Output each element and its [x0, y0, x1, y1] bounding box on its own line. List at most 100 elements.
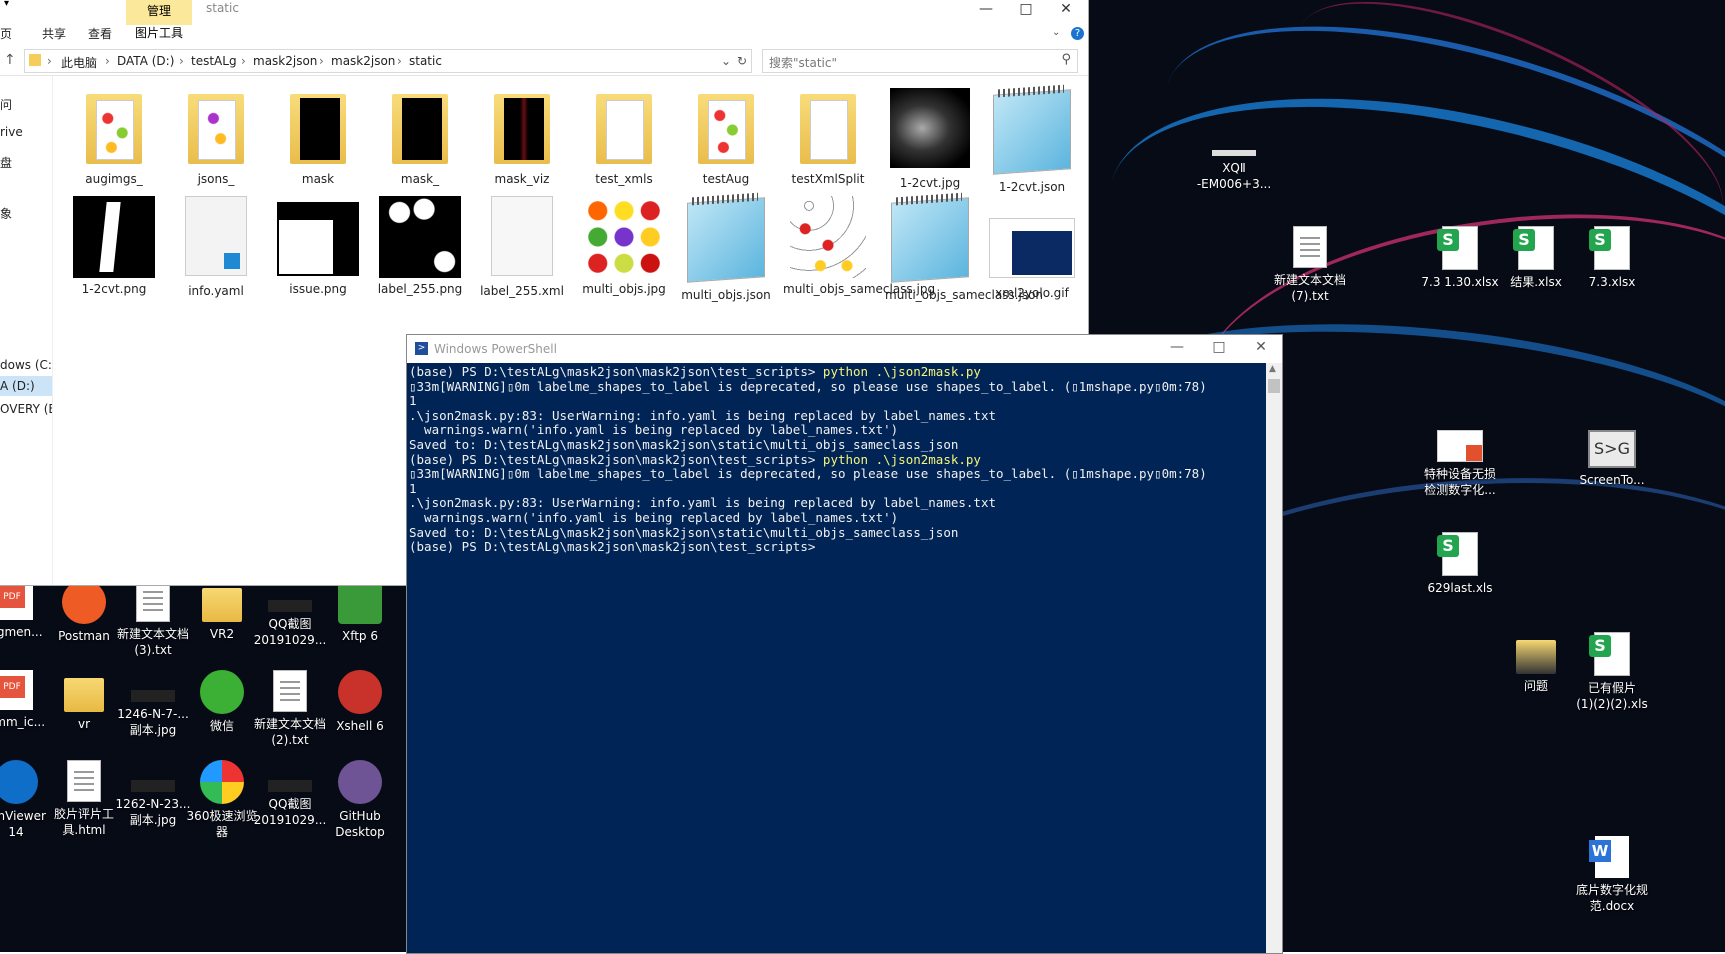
desktop-icon[interactable]: S 629last.xls [1420, 532, 1500, 596]
search-icon[interactable]: ⚲ [1061, 52, 1071, 67]
breadcrumb-item[interactable]: mask2json [253, 54, 317, 68]
folder-icon [494, 94, 550, 164]
folder-item[interactable]: mask [268, 94, 368, 187]
folder-item[interactable]: mask_ [370, 94, 470, 187]
scrollbar[interactable]: ▲ [1266, 363, 1282, 953]
breadcrumb-item[interactable]: 此电脑 [61, 54, 97, 71]
search-placeholder: 搜索"static" [769, 56, 837, 70]
desktop-icon[interactable]: Postman [44, 580, 124, 644]
breadcrumb-item[interactable]: DATA (D:) [117, 54, 174, 68]
refresh-icon[interactable]: ↻ [737, 54, 747, 68]
folder-item[interactable]: jsons_ [166, 94, 266, 187]
file-item[interactable]: 1-2cvt.json [982, 89, 1082, 195]
desktop-icon[interactable]: 特种设备无损 检测数字化... [1420, 430, 1500, 498]
desktop-icon[interactable]: 新建文本文档 (2).txt [250, 670, 330, 748]
folder-item[interactable]: testAug [676, 94, 776, 187]
console-line: Saved to: D:\testALg\mask2json\mask2json… [409, 525, 1265, 541]
desktop-icon[interactable]: vr [44, 670, 124, 732]
nav-item[interactable]: 象 [0, 205, 12, 222]
desktop-icon[interactable]: S>G ScreenTo... [1572, 430, 1652, 488]
image-thumbnail [379, 196, 461, 278]
console-line: 1 [409, 393, 1265, 409]
file-name: mask_viz [494, 172, 550, 186]
desktop-icon[interactable]: 1246-N-7-... 副本.jpg [113, 670, 193, 738]
desktop-icon[interactable]: QQ截图 20191029... [250, 580, 330, 648]
tab-picture-tools[interactable]: 图片工具 [126, 25, 192, 46]
desktop-icon[interactable]: S 结果.xlsx [1496, 226, 1576, 290]
desktop-icon-label: ScreenTo... [1579, 473, 1645, 487]
file-item[interactable]: xml2yolo.gif [982, 218, 1082, 301]
file-item[interactable]: multi_objs.json [676, 197, 776, 303]
breadcrumb-item[interactable]: mask2json [331, 54, 395, 68]
desktop-icon[interactable]: QQ截图 20191029... [250, 760, 330, 828]
desktop-icon[interactable]: S 已有假片 (1)(2)(2).xls [1572, 632, 1652, 712]
file-item[interactable]: 1-2cvt.jpg [880, 88, 980, 191]
desktop-icon[interactable]: GitHub Desktop [320, 760, 400, 840]
breadcrumb-item[interactable]: static [409, 54, 442, 68]
help-icon[interactable]: ? [1071, 27, 1084, 40]
tab-share[interactable]: 共享 [42, 25, 66, 42]
desktop-icon[interactable]: S 7.3 1.30.xlsx [1420, 226, 1500, 290]
desktop-icon[interactable]: Xftp 6 [320, 580, 400, 644]
tab-manage[interactable]: 管理 图片工具 [126, 0, 192, 46]
console-line: (base) PS D:\testALg\mask2json\mask2json… [409, 365, 1265, 380]
console-line-text: 1 [409, 393, 417, 409]
file-item[interactable]: 1-2cvt.png [64, 196, 164, 297]
folder-item[interactable]: testXmlSplit [778, 94, 878, 187]
tab-home[interactable]: 页 [0, 25, 12, 42]
close-button[interactable]: ✕ [1046, 0, 1086, 22]
breadcrumb-separator-icon: › [241, 54, 246, 68]
desktop-icon[interactable]: 胶片评片工 具.html [44, 760, 124, 838]
console-line-text: (base) PS D:\testALg\mask2json\mask2json… [409, 539, 816, 555]
up-arrow-icon[interactable]: ↑ [4, 52, 16, 68]
nav-item-drive-e[interactable]: OVERY (E:) [0, 402, 52, 416]
nav-item[interactable]: 问 [0, 96, 12, 113]
folder-icon [698, 94, 754, 164]
nav-item-drive-c[interactable]: dows (C:) [0, 358, 52, 372]
console-line-text: (base) PS D:\testALg\mask2json\mask2json… [409, 365, 823, 379]
ribbon-expand-icon[interactable]: ⌄ [1052, 27, 1060, 38]
desktop-icon[interactable]: 1262-N-23... 副本.jpg [113, 760, 193, 828]
folder-item[interactable]: augimgs_ [64, 94, 164, 187]
folder-item[interactable]: mask_viz [472, 94, 572, 187]
image-thumbnail [277, 202, 359, 276]
file-item[interactable]: info.yaml [166, 196, 266, 299]
file-item[interactable]: label_255.xml [472, 196, 572, 299]
address-dropdown-icon[interactable]: ⌄ [721, 54, 731, 68]
file-item[interactable]: label_255.png [370, 196, 470, 297]
quick-access-dropdown-icon[interactable]: ▾ [4, 0, 9, 9]
console-line: (base) PS D:\testALg\mask2json\mask2json… [409, 451, 1265, 468]
desktop-icon[interactable]: S 7.3.xlsx [1572, 226, 1652, 290]
maximize-button[interactable]: □ [1199, 339, 1239, 355]
breadcrumb-separator-icon: › [397, 54, 402, 68]
desktop-icon[interactable]: 新建文本文档 (7).txt [1270, 226, 1350, 304]
nav-item[interactable]: rive [0, 125, 23, 139]
minimize-button[interactable]: — [1157, 339, 1197, 355]
nav-item-drive-d[interactable]: A (D:) [0, 376, 52, 396]
file-item[interactable]: multi_objs.jpg [574, 196, 674, 297]
folder-item[interactable]: test_xmls [574, 94, 674, 187]
powershell-titlebar[interactable]: > Windows PowerShell — □ ✕ [407, 335, 1282, 363]
desktop-icon[interactable]: W 底片数字化规 范.docx [1572, 836, 1652, 914]
desktop-icon[interactable]: 新建文本文档 (3).txt [113, 580, 193, 658]
maximize-button[interactable]: □ [1006, 0, 1046, 22]
desktop-icon[interactable]: XQⅡ -EM006+3... [1194, 130, 1274, 192]
address-bar-row: ↑ › 此电脑 › DATA (D:) › testALg › mask2jso… [0, 47, 1088, 76]
address-bar[interactable]: › 此电脑 › DATA (D:) › testALg › mask2json … [24, 49, 752, 73]
console-command: python .\json2mask.py [822, 451, 981, 467]
minimize-button[interactable]: — [966, 0, 1006, 22]
desktop-icon[interactable]: 问题 [1496, 632, 1576, 694]
desktop-icon[interactable]: Xshell 6 [320, 670, 400, 734]
scroll-up-icon[interactable]: ▲ [1269, 364, 1276, 374]
nav-item[interactable]: 盘 [0, 154, 12, 171]
file-item[interactable]: issue.png [268, 202, 368, 297]
file-item[interactable]: multi_objs_sameclass.json [880, 197, 1043, 303]
image-thumbnail-icon [131, 780, 175, 792]
search-input[interactable]: 搜索"static" ⚲ [762, 49, 1078, 73]
file-item[interactable]: multi_objs_sameclass.jpg [778, 196, 935, 297]
breadcrumb-item[interactable]: testALg [191, 54, 237, 68]
close-button[interactable]: ✕ [1241, 339, 1281, 355]
tab-view[interactable]: 查看 [88, 25, 112, 42]
console-output[interactable]: (base) PS D:\testALg\mask2json\mask2json… [409, 365, 1265, 951]
scrollbar-thumb[interactable] [1268, 379, 1280, 393]
